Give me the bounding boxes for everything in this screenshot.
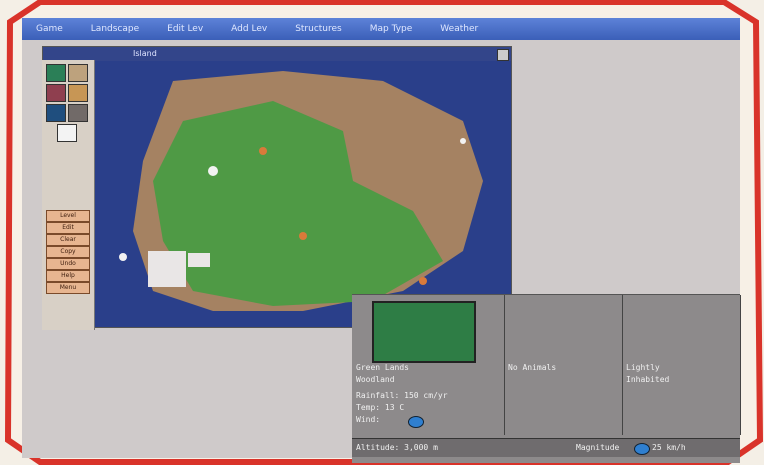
map-window-titlebar[interactable]: Island — [43, 47, 511, 61]
clear-button[interactable]: Clear — [46, 234, 90, 246]
map-window-title: Island — [133, 49, 157, 58]
wind-indicator-icon — [408, 416, 424, 428]
edit-button[interactable]: Edit — [46, 222, 90, 234]
close-icon[interactable] — [497, 49, 509, 61]
menu-bar: Game Landscape Edit Lev Add Lev Structur… — [22, 18, 740, 40]
wind-label: Wind: — [356, 415, 381, 424]
terrain-line-1: Green Lands — [356, 363, 409, 372]
magnitude-indicator-icon — [634, 443, 650, 455]
help-button[interactable]: Help — [46, 270, 90, 282]
menu-structures[interactable]: Structures — [281, 24, 356, 34]
temperature: Temp: 13 C — [356, 403, 405, 412]
island-map[interactable] — [43, 61, 511, 327]
menu-button[interactable]: Menu — [46, 282, 90, 294]
habitation-line-1: Lightly — [626, 363, 660, 372]
tool-vehicle-icon[interactable] — [57, 124, 77, 142]
menu-landscape[interactable]: Landscape — [77, 24, 153, 34]
menu-weather[interactable]: Weather — [426, 24, 492, 34]
terrain-thumbnail — [372, 301, 476, 363]
level-button[interactable]: Level — [46, 210, 90, 222]
animals: No Animals — [508, 363, 557, 372]
undo-button[interactable]: Undo — [46, 258, 90, 270]
magnitude-value: 25 km/h — [652, 443, 686, 452]
terrain-line-2: Woodland — [356, 375, 395, 384]
tool-terrain-icon[interactable] — [46, 64, 66, 82]
copy-button[interactable]: Copy — [46, 246, 90, 258]
tool-palette: Level Edit Clear Copy Undo Help Menu — [42, 60, 95, 330]
tool-tree-icon[interactable] — [68, 64, 88, 82]
tool-road-icon[interactable] — [46, 84, 66, 102]
status-bar: Altitude: 3,000 m Magnitude 25 km/h — [352, 438, 740, 457]
tool-flag-icon[interactable] — [68, 104, 88, 122]
map-window: Island — [42, 46, 512, 328]
habitation-line-2: Inhabited — [626, 375, 670, 384]
rainfall: Rainfall: 150 cm/yr — [356, 391, 448, 400]
tool-water-icon[interactable] — [46, 104, 66, 122]
tool-building-icon[interactable] — [68, 84, 88, 102]
menu-game[interactable]: Game — [22, 24, 77, 34]
magnitude-label: Magnitude — [576, 443, 620, 452]
menu-map-type[interactable]: Map Type — [356, 24, 427, 34]
altitude: Altitude: 3,000 m — [356, 443, 438, 452]
menu-add-lev[interactable]: Add Lev — [217, 24, 281, 34]
menu-edit-lev[interactable]: Edit Lev — [153, 24, 217, 34]
